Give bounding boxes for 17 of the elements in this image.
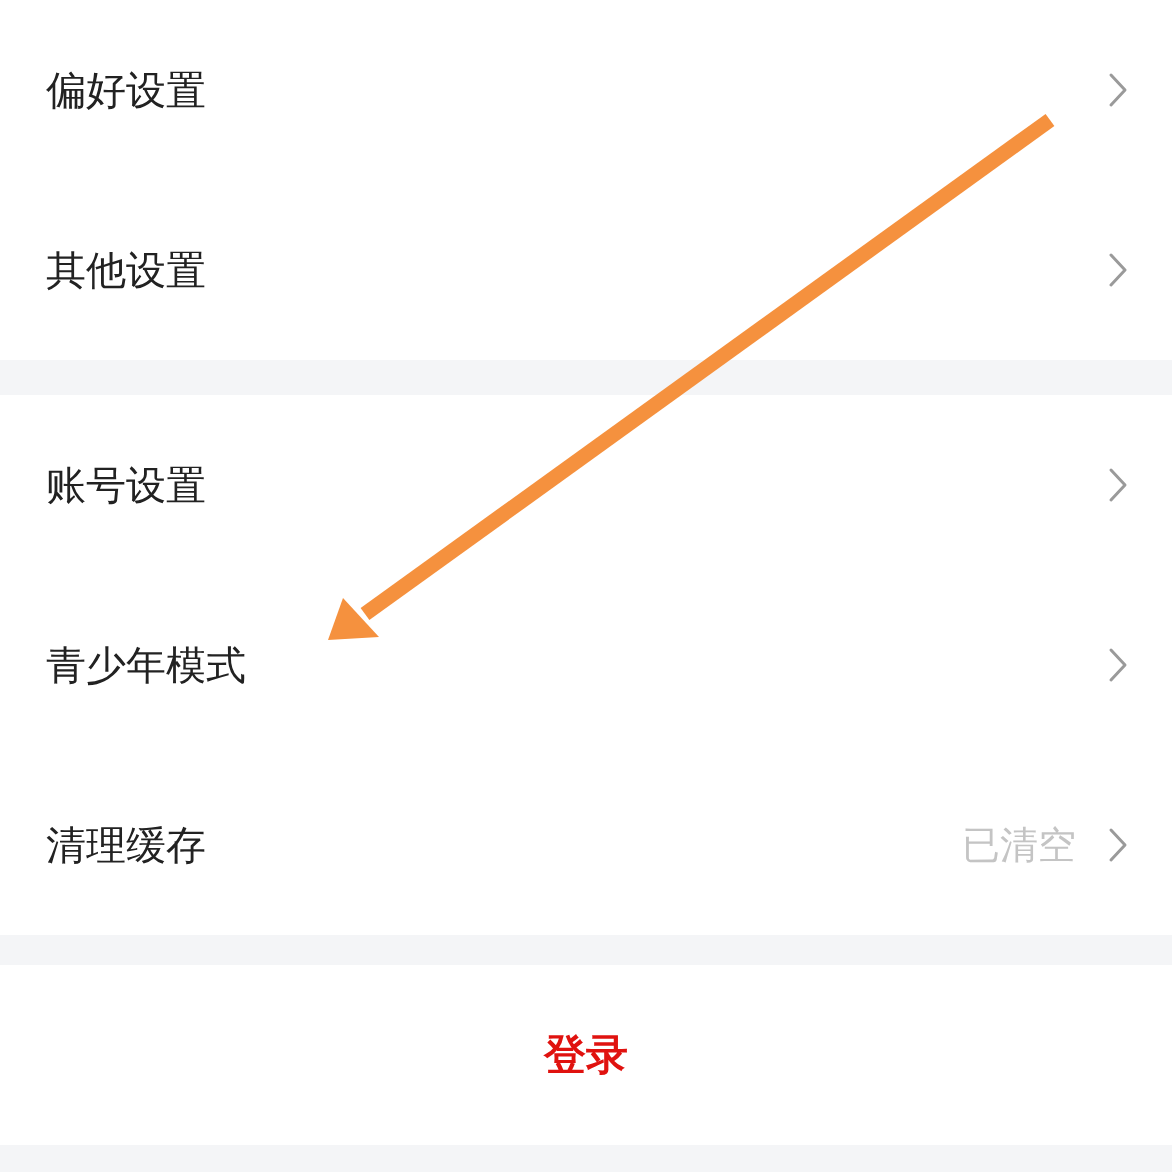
row-label: 青少年模式	[46, 640, 246, 690]
settings-row[interactable]: 青少年模式	[0, 575, 1172, 755]
chevron-icon	[1108, 72, 1128, 108]
chevron-icon	[1108, 252, 1128, 288]
chevron-icon	[1108, 647, 1128, 683]
settings-row[interactable]: 清理缓存 已清空	[0, 755, 1172, 935]
settings-row[interactable]: 账号设置	[0, 395, 1172, 575]
row-label: 偏好设置	[46, 65, 206, 115]
row-label: 其他设置	[46, 245, 206, 295]
row-value: 已清空	[962, 821, 1076, 869]
chevron-icon	[1108, 827, 1128, 863]
settings-row[interactable]: 其他设置	[0, 180, 1172, 360]
login-button[interactable]: 登录	[536, 1023, 636, 1087]
chevron-icon	[1108, 467, 1128, 503]
row-label: 账号设置	[46, 460, 206, 510]
settings-row[interactable]: 偏好设置	[0, 0, 1172, 180]
row-label: 清理缓存	[46, 820, 206, 870]
